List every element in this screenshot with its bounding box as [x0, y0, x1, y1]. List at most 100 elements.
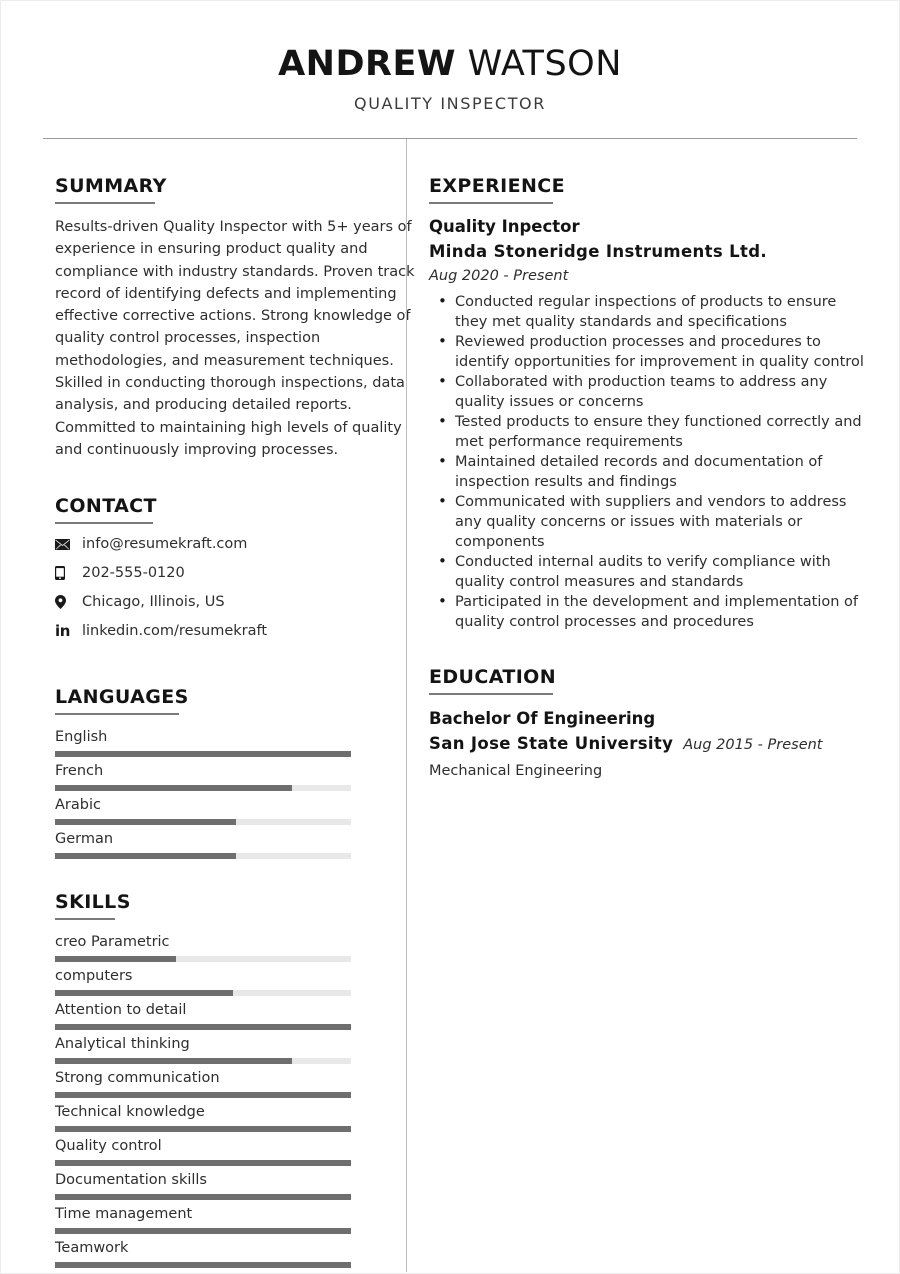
- contact-list: info@resumekraft.com 202-555-0120 Chicag…: [55, 536, 406, 639]
- language-bar-track: [55, 785, 351, 792]
- skill-bar-fill: [55, 1160, 351, 1167]
- language-item: German: [55, 829, 406, 860]
- skill-bar-fill: [55, 1126, 351, 1133]
- contact-item-email[interactable]: info@resumekraft.com: [55, 536, 406, 552]
- contact-item-linkedin[interactable]: in linkedin.com/resumekraft: [55, 623, 406, 639]
- contact-item-location[interactable]: Chicago, Illinois, US: [55, 594, 406, 610]
- education-school-row: San Jose State University Aug 2015 - Pres…: [429, 732, 867, 757]
- education-degree: Bachelor Of Engineering: [429, 709, 656, 728]
- summary-heading-rule: [55, 202, 155, 204]
- summary-heading: SUMMARY: [55, 175, 167, 197]
- education-entry: Bachelor Of Engineering San Jose State Un…: [429, 707, 867, 782]
- skill-item: Documentation skills: [55, 1170, 406, 1201]
- skill-item: computers: [55, 966, 406, 997]
- language-label: French: [55, 763, 104, 780]
- languages-heading-rule: [55, 713, 179, 716]
- experience-bullet: Participated in the development and impl…: [438, 591, 867, 632]
- language-label: German: [55, 831, 114, 848]
- summary-section: SUMMARY Results-driven Quality Inspector…: [55, 175, 414, 461]
- experience-dates: Aug 2020 - Present: [429, 268, 569, 284]
- skill-label: Attention to detail: [55, 1002, 187, 1019]
- skill-bar-fill: [55, 1262, 351, 1269]
- resume-page: ANDREW WATSON QUALITY INSPECTOR SUMMARY …: [0, 0, 900, 1274]
- skill-item: Analytical thinking: [55, 1034, 406, 1065]
- experience-bullet-list: Conducted regular inspections of product…: [429, 291, 867, 632]
- skill-bar-track: [55, 1228, 351, 1235]
- contact-value: linkedin.com/resumekraft: [82, 623, 268, 640]
- skill-item: creo Parametric: [55, 932, 406, 963]
- education-heading-rule: [429, 693, 553, 695]
- candidate-name: ANDREW WATSON: [1, 43, 899, 85]
- resume-body: SUMMARY Results-driven Quality Inspector…: [1, 139, 899, 1273]
- last-name: WATSON: [467, 44, 622, 84]
- contact-value: Chicago, Illinois, US: [82, 594, 225, 611]
- experience-entry: Quality Inpector Minda Stoneridge Instrum…: [429, 216, 867, 632]
- skill-bar-fill: [55, 1058, 292, 1065]
- experience-job-title: Quality Inpector: [429, 217, 580, 236]
- experience-heading: EXPERIENCE: [429, 175, 566, 197]
- education-list: Bachelor Of Engineering San Jose State Un…: [429, 707, 867, 782]
- experience-bullet: Collaborated with production teams to ad…: [438, 371, 867, 412]
- skill-bar-track: [55, 990, 351, 997]
- experience-bullet: Reviewed production processes and proced…: [438, 331, 867, 372]
- first-name: ANDREW: [278, 44, 456, 84]
- languages-list: English French Arabic German: [55, 727, 406, 860]
- language-bar-fill: [55, 785, 292, 792]
- phone-icon: [55, 566, 81, 581]
- language-bar-fill: [55, 751, 351, 758]
- education-section: EDUCATION Bachelor Of Engineering San Jos…: [429, 666, 867, 782]
- skills-heading: SKILLS: [55, 891, 131, 914]
- skill-label: Documentation skills: [55, 1172, 207, 1189]
- right-column: EXPERIENCE Quality Inpector Minda Stoneri…: [407, 175, 899, 782]
- experience-heading-rule: [429, 202, 553, 204]
- contact-value: 202-555-0120: [82, 565, 185, 582]
- skill-bar-track: [55, 956, 351, 963]
- skill-label: Analytical thinking: [55, 1036, 190, 1053]
- contact-value: info@resumekraft.com: [82, 536, 248, 553]
- language-bar-track: [55, 751, 351, 758]
- skills-section: SKILLS creo Parametric computers Attention…: [55, 891, 406, 1269]
- language-bar-track: [55, 853, 351, 860]
- skill-bar-track: [55, 1160, 351, 1167]
- skill-item: Quality control: [55, 1136, 406, 1167]
- location-pin-icon: [55, 595, 81, 610]
- skill-bar-fill: [55, 1194, 351, 1201]
- summary-text: Results-driven Quality Inspector with 5+…: [55, 219, 415, 458]
- languages-heading: LANGUAGES: [55, 686, 189, 709]
- skill-item: Time management: [55, 1204, 406, 1235]
- skill-label: Time management: [55, 1206, 193, 1223]
- skill-bar-track: [55, 1126, 351, 1133]
- skill-item: Teamwork: [55, 1238, 406, 1269]
- skill-bar-fill: [55, 1024, 351, 1031]
- experience-bullet: Conducted internal audits to verify comp…: [438, 551, 867, 592]
- skill-bar-track: [55, 1058, 351, 1065]
- skill-bar-track: [55, 1262, 351, 1269]
- skill-bar-track: [55, 1024, 351, 1031]
- skill-label: Teamwork: [55, 1240, 129, 1257]
- language-bar-track: [55, 819, 351, 826]
- candidate-job-title: QUALITY INSPECTOR: [354, 94, 546, 113]
- skills-list: creo Parametric computers Attention to det…: [55, 932, 406, 1269]
- contact-heading: CONTACT: [55, 495, 157, 518]
- language-item: English: [55, 727, 406, 758]
- resume-header: ANDREW WATSON QUALITY INSPECTOR: [1, 1, 899, 139]
- experience-list: Quality Inpector Minda Stoneridge Instrum…: [429, 216, 867, 632]
- skill-bar-fill: [55, 1092, 351, 1099]
- language-item: French: [55, 761, 406, 792]
- skill-item: Technical knowledge: [55, 1102, 406, 1133]
- envelope-icon: [55, 538, 81, 550]
- skill-item: Attention to detail: [55, 1000, 406, 1031]
- education-heading: EDUCATION: [429, 666, 557, 688]
- skills-heading-rule: [55, 918, 115, 921]
- language-label: Arabic: [55, 797, 101, 814]
- skill-label: Strong communication: [55, 1070, 220, 1087]
- contact-section: CONTACT info@resumekraft.com 202-555-012…: [55, 495, 406, 639]
- contact-item-phone[interactable]: 202-555-0120: [55, 565, 406, 581]
- skill-bar-fill: [55, 956, 177, 963]
- skill-bar-fill: [55, 1228, 351, 1235]
- language-item: Arabic: [55, 795, 406, 826]
